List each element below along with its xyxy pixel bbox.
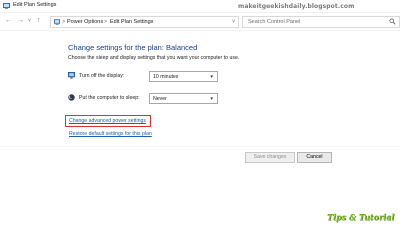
breadcrumb-separator: > [62,18,66,25]
moon-icon [68,94,75,101]
turn-off-display-label: Turn off the display: [79,73,125,79]
display-timeout-value: 10 minutes [153,73,179,80]
restore-default-settings-link[interactable]: Restore default settings for this plan [69,131,152,137]
sleep-timeout-select[interactable]: Never ▼ [149,93,218,104]
tips-tutorial-logo: Tips & Tutorial [327,212,395,222]
save-changes-button[interactable]: Save changes [245,152,295,163]
search-icon[interactable] [389,18,396,25]
watermark-text: makeitgeekishdaily.blogspot.com [238,3,355,10]
chevron-down-icon: ▼ [209,95,214,101]
page-description: Choose the sleep and display settings th… [68,55,240,61]
breadcrumb-power-options[interactable]: Power Options [67,19,103,25]
divider [0,30,400,31]
arrow-right-icon[interactable]: → [17,17,24,24]
computer-sleep-label: Put the computer to sleep: [79,95,140,101]
search-box[interactable]: Search Control Panel [242,16,400,28]
window-title: Edit Plan Settings [13,2,57,8]
breadcrumb-edit-plan-settings[interactable]: Edit Plan Settings [110,19,153,25]
sleep-timeout-value: Never [153,95,167,102]
arrow-up-icon[interactable]: ↑ [37,17,41,24]
page-title: Change settings for the plan: Balanced [68,43,198,52]
navigation-bar: ← → ˅ ↑ > Power Options > Edit Plan Sett… [0,13,400,29]
monitor-icon [68,72,75,79]
search-input[interactable]: Search Control Panel [248,19,300,25]
display-timeout-select[interactable]: 10 minutes ▼ [149,71,218,82]
address-bar[interactable]: > Power Options > Edit Plan Settings ˅ [50,16,239,28]
power-options-icon [3,3,10,9]
divider [0,146,400,147]
chevron-down-icon[interactable]: ˅ [232,19,235,25]
change-advanced-power-settings-link[interactable]: Change advanced power settings [69,118,146,124]
breadcrumb-separator: > [104,18,108,25]
chevron-down-icon: ▼ [209,73,214,79]
cancel-button[interactable]: Cancel [297,152,332,163]
arrow-left-icon[interactable]: ← [5,17,12,24]
chevron-down-icon[interactable]: ˅ [28,18,31,24]
control-panel-icon [54,19,60,25]
